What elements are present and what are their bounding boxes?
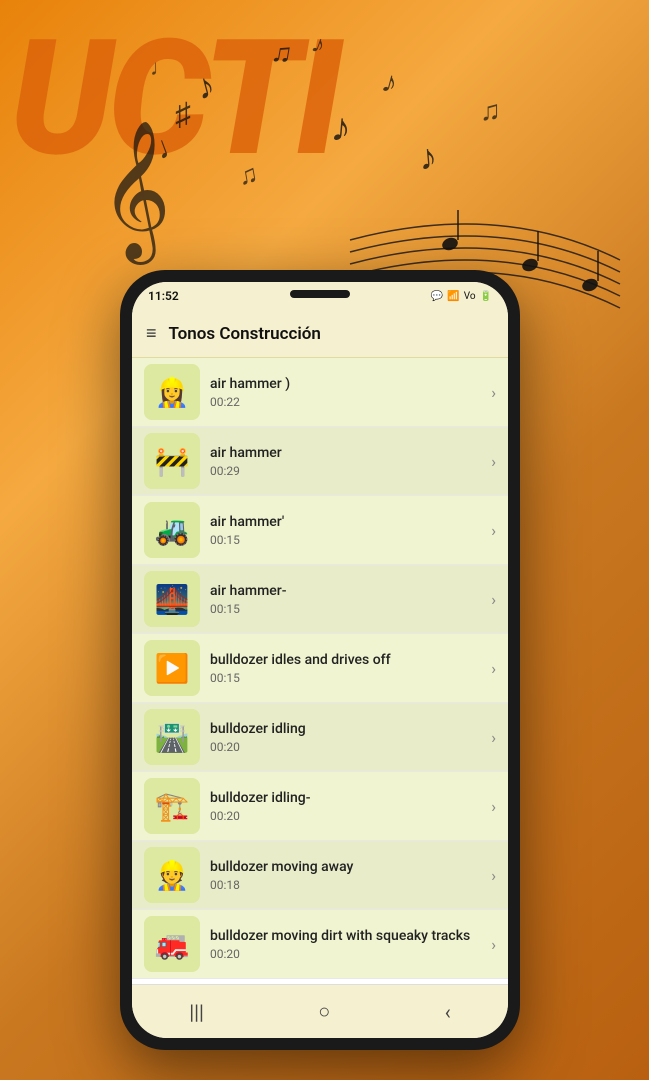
sound-info-5: bulldozer idles and drives off 00:15 (200, 651, 491, 685)
chevron-icon-6: › (491, 728, 496, 747)
sound-info-9: bulldozer moving dirt with squeaky track… (200, 927, 491, 961)
status-time: 11:52 (148, 289, 179, 303)
chevron-icon-8: › (491, 866, 496, 885)
sound-duration-6: 00:20 (210, 740, 481, 754)
sound-icon-6: 🛣️ (144, 709, 200, 765)
background-text: UCTI (10, 20, 338, 180)
sound-info-6: bulldozer idling 00:20 (200, 720, 491, 754)
wifi-icon: 📶 (447, 291, 459, 302)
sound-duration-3: 00:15 (210, 533, 481, 547)
chevron-icon-9: › (491, 935, 496, 954)
list-item[interactable]: 👷‍♀️ air hammer ) 00:22 › (132, 358, 508, 427)
sound-list[interactable]: 👷‍♀️ air hammer ) 00:22 › 🚧 air hammer 0… (132, 358, 508, 984)
sound-icon-2: 🚧 (144, 433, 200, 489)
whatsapp-icon: 💬 (431, 291, 443, 302)
sound-name-3: air hammer' (210, 513, 481, 531)
list-item[interactable]: 🚜 air hammer' 00:15 › (132, 496, 508, 565)
sound-icon-4: 🌉 (144, 571, 200, 627)
list-item[interactable]: 🏗️ bulldozer idling- 00:20 › (132, 772, 508, 841)
chevron-icon-5: › (491, 659, 496, 678)
sound-name-2: air hammer (210, 444, 481, 462)
app-title: Tonos Construcción (169, 324, 494, 344)
bottom-nav: ||| ○ ‹ (132, 984, 508, 1038)
list-item[interactable]: ▶️ bulldozer idles and drives off 00:15 … (132, 634, 508, 703)
sound-icon-7: 🏗️ (144, 778, 200, 834)
status-icons: 💬 📶 Vo 🔋 (431, 291, 492, 302)
sound-duration-9: 00:20 (210, 947, 481, 961)
sound-info-8: bulldozer moving away 00:18 (200, 858, 491, 892)
battery-icon: 🔋 (480, 291, 492, 302)
sound-info-2: air hammer 00:29 (200, 444, 491, 478)
list-item[interactable]: 👷 bulldozer moving away 00:18 › (132, 841, 508, 910)
sound-icon-5: ▶️ (144, 640, 200, 696)
nav-back-button[interactable]: ‹ (429, 996, 467, 1028)
chevron-icon-4: › (491, 590, 496, 609)
list-item[interactable]: 🚧 air hammer 00:29 › (132, 427, 508, 496)
phone-screen: 11:52 💬 📶 Vo 🔋 ≡ Tonos Construcción 👷‍♀️… (132, 282, 508, 1038)
sound-name-7: bulldozer idling- (210, 789, 481, 807)
sound-icon-9: 🚒 (144, 916, 200, 972)
sound-duration-2: 00:29 (210, 464, 481, 478)
menu-icon[interactable]: ≡ (146, 323, 157, 344)
sound-icon-1: 👷‍♀️ (144, 364, 200, 420)
chevron-icon-2: › (491, 452, 496, 471)
sound-icon-3: 🚜 (144, 502, 200, 558)
signal-icon: Vo (464, 291, 476, 302)
list-item[interactable]: 🚒 bulldozer moving dirt with squeaky tra… (132, 910, 508, 979)
sound-name-5: bulldozer idles and drives off (210, 651, 481, 669)
sound-duration-5: 00:15 (210, 671, 481, 685)
list-item[interactable]: 🛣️ bulldozer idling 00:20 › (132, 703, 508, 772)
sound-name-6: bulldozer idling (210, 720, 481, 738)
list-item[interactable]: 🌉 air hammer- 00:15 › (132, 565, 508, 634)
sound-info-7: bulldozer idling- 00:20 (200, 789, 491, 823)
phone-frame: 11:52 💬 📶 Vo 🔋 ≡ Tonos Construcción 👷‍♀️… (120, 270, 520, 1050)
sound-duration-4: 00:15 (210, 602, 481, 616)
chevron-icon-1: › (491, 383, 496, 402)
sound-name-8: bulldozer moving away (210, 858, 481, 876)
app-header: ≡ Tonos Construcción (132, 310, 508, 358)
sound-name-9: bulldozer moving dirt with squeaky track… (210, 927, 481, 945)
sound-info-1: air hammer ) 00:22 (200, 375, 491, 409)
chevron-icon-7: › (491, 797, 496, 816)
sound-name-4: air hammer- (210, 582, 481, 600)
sound-duration-8: 00:18 (210, 878, 481, 892)
nav-menu-button[interactable]: ||| (173, 996, 220, 1028)
sound-info-4: air hammer- 00:15 (200, 582, 491, 616)
sound-duration-1: 00:22 (210, 395, 481, 409)
sound-icon-8: 👷 (144, 847, 200, 903)
chevron-icon-3: › (491, 521, 496, 540)
sound-info-3: air hammer' 00:15 (200, 513, 491, 547)
sound-duration-7: 00:20 (210, 809, 481, 823)
sound-name-1: air hammer ) (210, 375, 481, 393)
phone-notch (290, 290, 350, 298)
nav-home-button[interactable]: ○ (302, 995, 346, 1028)
